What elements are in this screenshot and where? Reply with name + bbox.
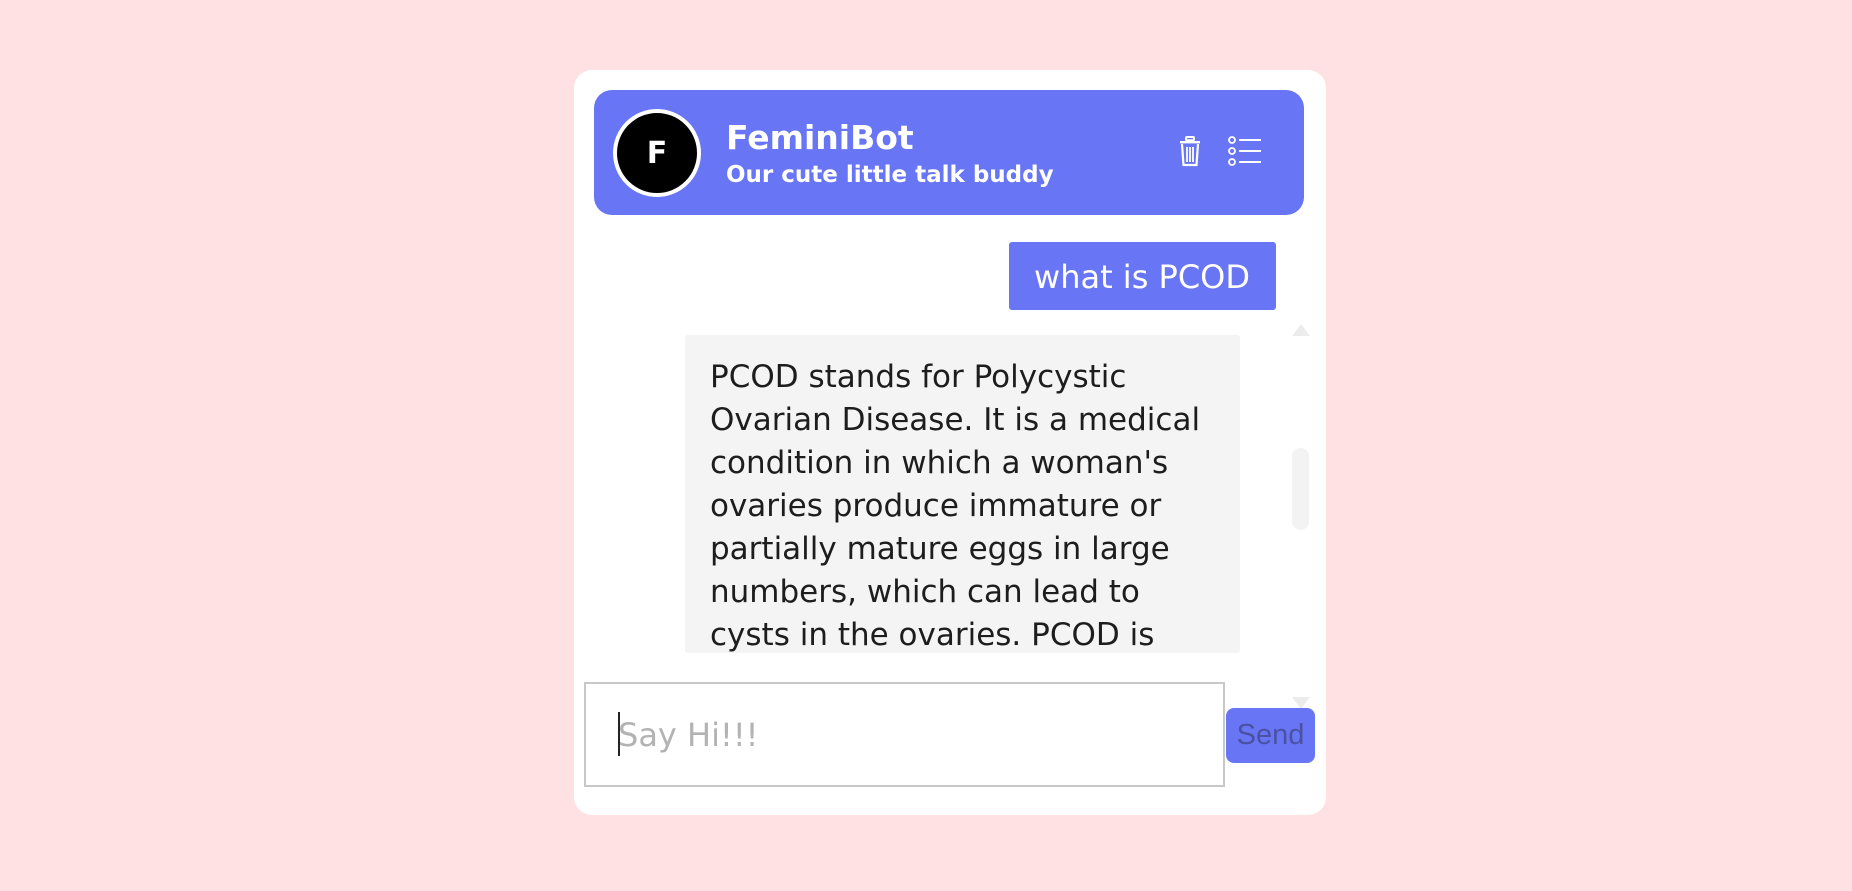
clear-chat-button[interactable] xyxy=(1169,133,1211,173)
bot-name: FeminiBot xyxy=(726,118,914,157)
menu-button[interactable] xyxy=(1224,133,1266,173)
message-input[interactable] xyxy=(618,714,1208,756)
bot-subtitle: Our cute little talk buddy xyxy=(726,162,1054,188)
chat-header: F FeminiBot Our cute little talk buddy xyxy=(594,90,1304,215)
user-message: what is PCOD xyxy=(1009,242,1276,310)
avatar: F xyxy=(613,109,701,197)
message-input-box[interactable] xyxy=(584,682,1225,787)
bot-message: PCOD stands for Polycystic Ovarian Disea… xyxy=(685,335,1240,653)
scroll-thumb[interactable] xyxy=(1292,448,1309,530)
chat-window: F FeminiBot Our cute little talk buddy w… xyxy=(574,70,1326,815)
message-list[interactable]: what is PCOD PCOD stands for Polycystic … xyxy=(594,235,1304,655)
send-button[interactable]: Send xyxy=(1226,708,1315,763)
message-scrollbar[interactable] xyxy=(1289,250,1311,720)
trash-icon xyxy=(1177,135,1203,171)
text-caret xyxy=(618,712,620,756)
list-icon xyxy=(1228,136,1262,170)
scroll-up-arrow-icon[interactable] xyxy=(1292,324,1310,336)
